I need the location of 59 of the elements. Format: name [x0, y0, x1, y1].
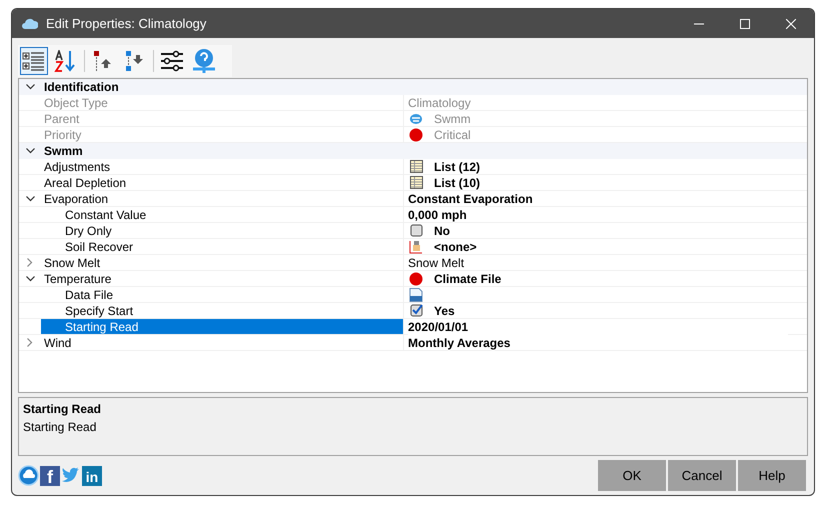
property-label[interactable]: Constant Value	[41, 207, 404, 222]
maximize-icon[interactable]	[740, 18, 750, 28]
property-value: Critical	[434, 126, 471, 142]
property-label[interactable]: Adjustments	[41, 159, 404, 174]
dialog-button[interactable]: Help	[738, 460, 806, 491]
property-value: Constant Evaporation	[408, 190, 533, 206]
chart-icon	[409, 240, 423, 254]
property-value: Monthly Averages	[408, 334, 510, 350]
category-header[interactable]: Identification	[41, 79, 119, 96]
move-down-icon	[124, 50, 146, 72]
property-value: 0,000 mph	[408, 206, 467, 222]
property-value: <none>	[434, 238, 477, 254]
dialog-button[interactable]: OK	[598, 460, 666, 491]
file-icon	[409, 288, 423, 302]
property-label[interactable]: Snow Melt	[41, 255, 404, 270]
checkbox-icon[interactable]	[410, 304, 422, 317]
property-label[interactable]: Specify Start	[41, 303, 404, 318]
collapse-chevron-icon[interactable]	[26, 196, 34, 202]
property-label[interactable]: Wind	[41, 335, 404, 350]
property-value: Swmm	[434, 110, 471, 126]
property-label[interactable]: Data File	[41, 287, 404, 302]
description-title: Starting Read	[23, 401, 102, 418]
collapse-chevron-icon[interactable]	[26, 148, 34, 154]
close-icon[interactable]	[786, 18, 796, 28]
property-label[interactable]: Temperature	[41, 271, 404, 286]
category-header[interactable]: Swmm	[41, 142, 83, 160]
table-icon	[410, 160, 422, 173]
property-value: Climate File	[434, 270, 502, 286]
collapse-chevron-icon[interactable]	[26, 84, 34, 90]
property-value: Snow Melt	[408, 254, 464, 270]
facebook-link[interactable]: f	[40, 466, 60, 486]
window-title: Edit Properties: Climatology	[46, 14, 206, 33]
checkbox-icon[interactable]	[410, 224, 422, 237]
property-value: No	[434, 222, 450, 238]
dialog-button[interactable]: Cancel	[668, 460, 736, 491]
property-value: Yes	[434, 302, 455, 318]
description-text: Starting Read	[23, 419, 98, 436]
help-icon	[191, 48, 217, 74]
property-label[interactable]: Soil Recover	[41, 239, 404, 254]
status-dot-icon	[409, 128, 423, 142]
property-label[interactable]: Evaporation	[41, 191, 404, 206]
expand-chevron-icon[interactable]	[27, 338, 33, 347]
move-up-icon	[92, 50, 114, 72]
property-value: List (12)	[434, 158, 480, 174]
table-icon	[410, 176, 422, 189]
expand-chevron-icon[interactable]	[27, 258, 33, 267]
property-label[interactable]: Starting Read	[41, 319, 404, 334]
property-label[interactable]: Dry Only	[41, 223, 404, 238]
property-value: List (10)	[434, 174, 480, 190]
sliders-icon	[160, 50, 184, 72]
linkedin-link[interactable]: in	[82, 466, 102, 486]
logo-icon[interactable]	[18, 465, 39, 486]
status-dot-icon	[409, 272, 423, 286]
cloud-icon	[22, 18, 38, 29]
categorized-view-icon	[22, 50, 46, 72]
categorized-button[interactable]	[20, 47, 48, 75]
collapse-chevron-icon[interactable]	[26, 276, 34, 282]
property-label[interactable]: Areal Depletion	[41, 175, 404, 190]
property-value: Climatology	[408, 94, 471, 110]
